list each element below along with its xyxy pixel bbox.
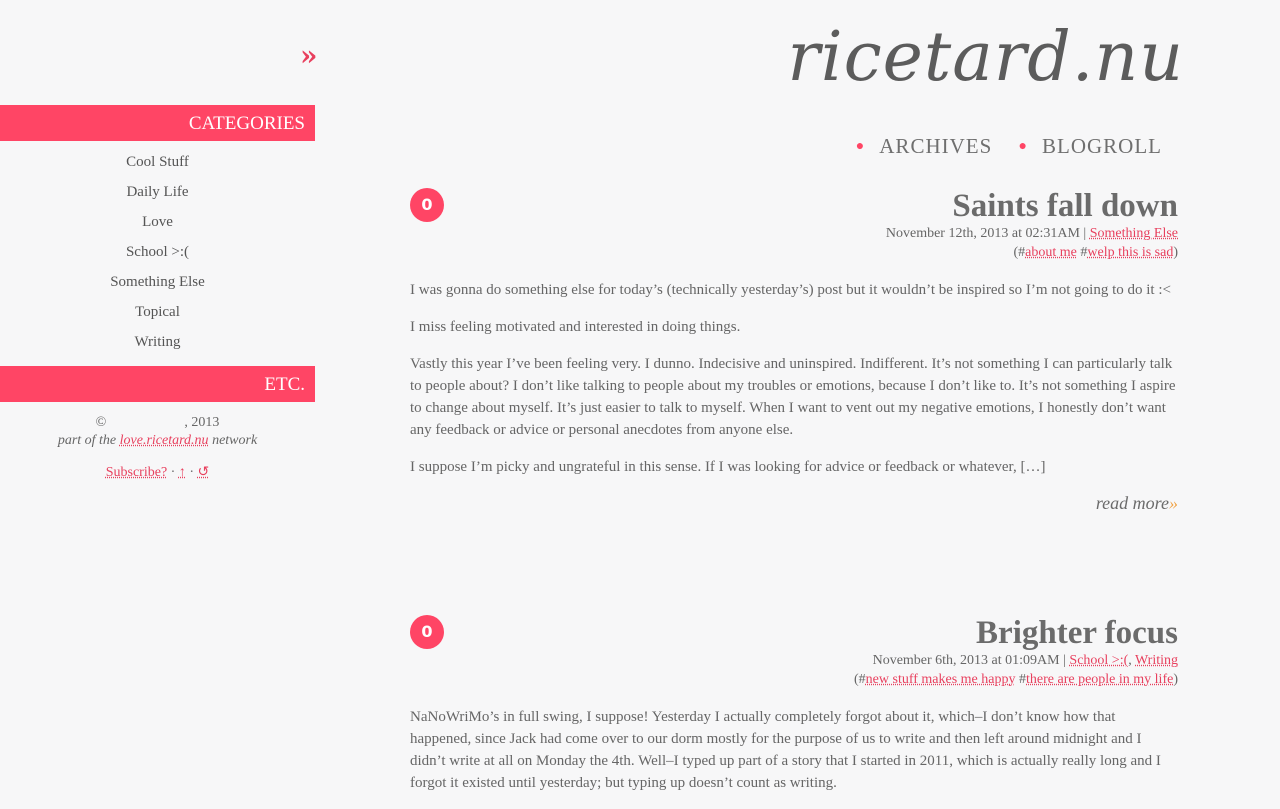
- post-paragraph: I suppose I’m picky and ungrateful in th…: [410, 459, 1046, 475]
- post: 0 Brighter focus November 6th, 2013 at 0…: [410, 615, 1178, 809]
- nav-bullet-icon: ●: [1018, 139, 1028, 154]
- separator: ·: [170, 465, 176, 480]
- category-love[interactable]: Love: [0, 210, 315, 240]
- network-suffix: network: [212, 433, 258, 448]
- meta-separator: |: [1063, 653, 1066, 668]
- post-meta: November 12th, 2013 at 02:31AM | Somethi…: [410, 224, 1178, 243]
- post-paragraph: I was gonna do something else for today’…: [410, 282, 1171, 298]
- post-tags: (#new stuff makes me happy #there are pe…: [854, 672, 1178, 687]
- copyright-symbol: ©: [95, 415, 107, 430]
- refresh-icon[interactable]: ↺: [198, 465, 210, 480]
- post-body: I was gonna do something else for today’…: [410, 279, 1178, 478]
- nav-bullet-icon: ●: [855, 139, 866, 154]
- main-nav: ● ARCHIVES ● BLOGROLL: [836, 134, 1162, 159]
- etc-heading: ETC.: [0, 366, 315, 402]
- category-cool-stuff[interactable]: Cool Stuff: [0, 150, 315, 180]
- categories-heading: CATEGORIES: [0, 105, 315, 141]
- post-category-link[interactable]: Something Else: [1090, 226, 1178, 241]
- network-prefix: part of the: [57, 433, 117, 448]
- sidebar: » CATEGORIES Cool Stuff Daily Life Love …: [0, 0, 320, 800]
- copyright-line: © , 2013: [0, 414, 315, 432]
- post-date: November 12th, 2013 at 02:31AM: [885, 226, 1080, 241]
- category-school[interactable]: School >:(: [0, 240, 315, 270]
- post: 0 Saints fall down November 12th, 2013 a…: [410, 188, 1178, 514]
- network-line: part of the love.ricetard.nu network: [0, 432, 315, 450]
- nav-blogroll[interactable]: BLOGROLL: [1042, 134, 1162, 158]
- meta-separator: |: [1083, 226, 1087, 241]
- post-title[interactable]: Saints fall down: [410, 188, 1178, 224]
- separator: ·: [189, 465, 195, 480]
- categories-list: Cool Stuff Daily Life Love School >:( So…: [0, 150, 315, 360]
- category-writing[interactable]: Writing: [0, 330, 315, 360]
- post-title[interactable]: Brighter focus: [410, 615, 1178, 651]
- comment-count-badge[interactable]: 0: [410, 615, 444, 649]
- copyright-year: , 2013: [184, 415, 220, 430]
- post-date: November 6th, 2013 at 01:09AM: [872, 653, 1060, 668]
- post-paragraph: Vastly this year I’ve been feeling very.…: [410, 356, 1176, 438]
- post-body: NaNoWriMo’s in full swing, I suppose! Ye…: [410, 706, 1178, 794]
- post-category-link[interactable]: Writing: [1135, 653, 1178, 668]
- comment-count-badge[interactable]: 0: [410, 188, 444, 222]
- category-daily-life[interactable]: Daily Life: [0, 180, 315, 210]
- category-topical[interactable]: Topical: [0, 300, 315, 330]
- post-paragraph: I miss feeling motivated and interested …: [410, 319, 741, 335]
- post-tag-link[interactable]: there are people in my life: [1026, 672, 1173, 687]
- etc-links: Subscribe? · ↑ · ↺: [0, 464, 315, 482]
- post-paragraph: NaNoWriMo’s in full swing, I suppose! Ye…: [410, 709, 1161, 791]
- category-something-else[interactable]: Something Else: [0, 270, 315, 300]
- post-tag-link[interactable]: welp this is sad: [1087, 245, 1173, 260]
- post-category-link[interactable]: School >:(: [1069, 653, 1128, 668]
- read-more-link[interactable]: read more»: [410, 493, 1178, 514]
- back-to-top-icon[interactable]: ↑: [179, 465, 186, 480]
- post-tag-link[interactable]: new stuff makes me happy: [866, 672, 1016, 687]
- post-tags: (#about me #welp this is sad): [1013, 245, 1178, 260]
- network-link[interactable]: love.ricetard.nu: [120, 433, 209, 448]
- sidebar-toggle-icon[interactable]: »: [300, 42, 318, 70]
- read-more-arrow-icon: »: [1169, 493, 1178, 513]
- post-meta: November 6th, 2013 at 01:09AM | School >…: [872, 653, 1178, 668]
- subscribe-link[interactable]: Subscribe?: [106, 465, 167, 480]
- nav-archives[interactable]: ARCHIVES: [879, 134, 992, 158]
- post-tag-link[interactable]: about me: [1025, 245, 1077, 260]
- etc-section: © , 2013 part of the love.ricetard.nu net…: [0, 414, 315, 482]
- site-title[interactable]: ricetard.nu: [787, 18, 1184, 97]
- read-more-label: read more: [1095, 493, 1169, 513]
